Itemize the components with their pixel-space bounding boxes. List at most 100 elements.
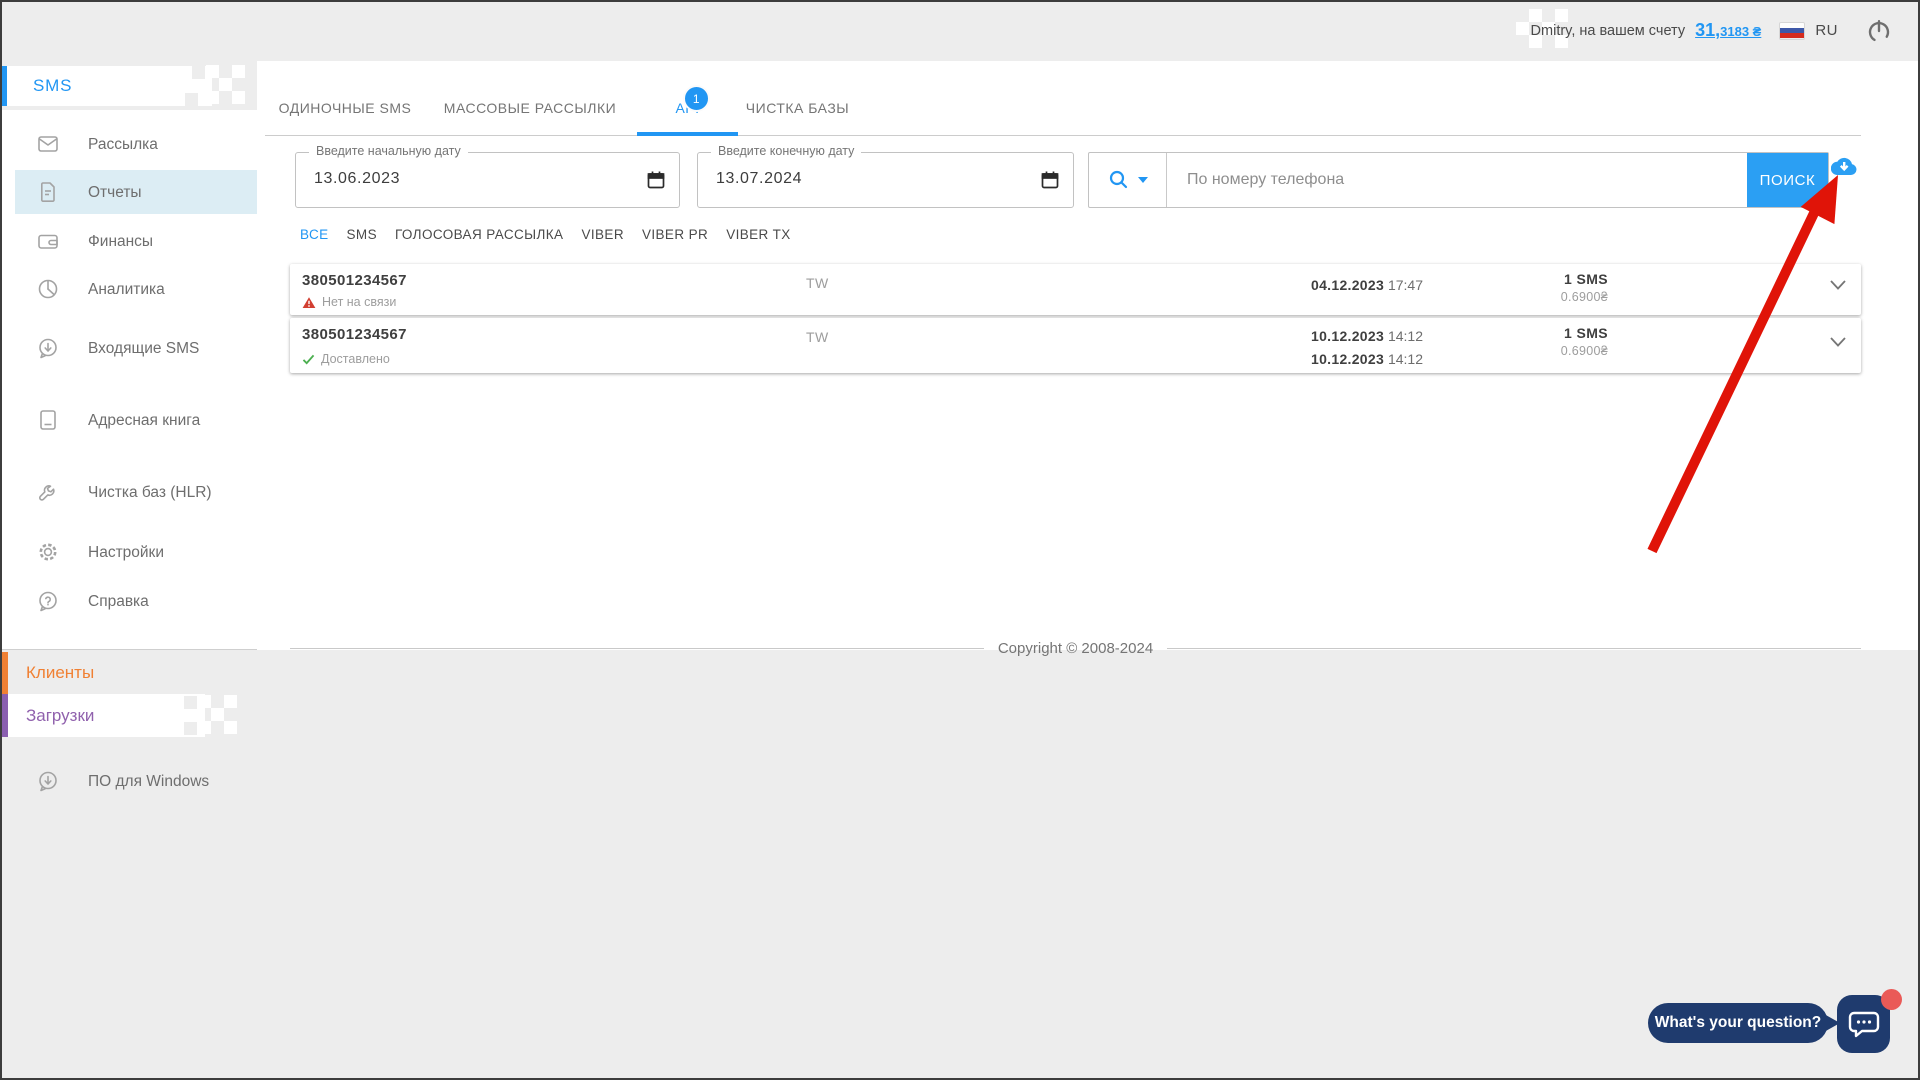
search-icon (1107, 168, 1131, 192)
pixel-decoration (198, 695, 211, 708)
sms-count: 1 SMS (1468, 325, 1608, 341)
russian-flag-icon[interactable] (1779, 22, 1805, 40)
help-icon (36, 589, 60, 613)
phone-number: 380501234567 (302, 326, 407, 343)
expand-chevron-icon[interactable] (1829, 278, 1847, 296)
pixel-decoration (206, 91, 219, 104)
sms-price: 0.6900₴ (1468, 290, 1608, 304)
filter-viber[interactable]: VIBER (581, 227, 624, 242)
sidebar-item-label: Настройки (88, 541, 228, 564)
date-to-value[interactable]: 13.07.2024 (716, 170, 802, 188)
message-datetime: 10.12.2023 14:12 10.12.2023 14:12 (1311, 325, 1423, 371)
sidebar-item-label: Чистка баз (HLR) (88, 481, 228, 504)
logout-power-icon[interactable] (1866, 18, 1892, 44)
export-download-icon[interactable] (1831, 155, 1858, 181)
sidebar-item-analitika[interactable]: Аналитика (0, 275, 257, 303)
chevron-down-icon (1138, 177, 1148, 183)
filter-golosovaya[interactable]: ГОЛОСОВАЯ РАССЫЛКА (395, 227, 563, 242)
sidebar-item-adresnaya-kniga[interactable]: Адресная книга (0, 397, 257, 443)
sidebar-section-sms[interactable]: SMS (0, 66, 212, 106)
pixel-decoration (184, 696, 197, 709)
pixel-decoration (224, 721, 237, 734)
pixel-decoration (1516, 22, 1529, 35)
sidebar-item-spravka[interactable]: Справка (0, 587, 257, 615)
sidebar-section-zagruzki[interactable]: Загрузки (0, 694, 205, 737)
message-count: 1 SMS 0.6900₴ (1468, 271, 1608, 304)
sidebar-item-label: Адресная книга (88, 409, 228, 432)
search-input[interactable] (1167, 154, 1757, 206)
gear-icon (36, 540, 60, 564)
sidebar-item-otchety[interactable]: Отчеты (15, 170, 257, 214)
search-button[interactable]: ПОИСК (1747, 153, 1828, 207)
message-count: 1 SMS 0.6900₴ (1468, 325, 1608, 358)
filter-sms[interactable]: SMS (347, 227, 377, 242)
date-to-field[interactable]: Введите конечную дату 13.07.2024 (697, 152, 1074, 208)
sidebar-item-label: ПО для Windows (88, 770, 228, 793)
sidebar-item-label: Справка (88, 590, 228, 613)
sms-price: 0.6900₴ (1468, 344, 1608, 358)
message-datetime: 04.12.2023 17:47 (1311, 274, 1423, 297)
date-from-value[interactable]: 13.06.2023 (314, 170, 400, 188)
sidebar-section-klienty[interactable]: Клиенты (0, 652, 257, 694)
footer-background (0, 650, 1920, 1080)
language-label[interactable]: RU (1815, 22, 1838, 39)
tab-api[interactable]: API 1 (637, 100, 738, 122)
address-book-icon (36, 408, 60, 432)
tab-massovye-rassylki[interactable]: МАССОВЫЕ РАССЫЛКИ (430, 100, 630, 122)
chat-notification-badge (1881, 989, 1902, 1010)
sidebar-item-label: Финансы (88, 230, 228, 253)
sidebar-item-rassylka[interactable]: Рассылка (0, 130, 257, 158)
envelope-icon (36, 132, 60, 156)
status-text: Нет на связи (322, 295, 396, 309)
message-row[interactable]: 380501234567 Доставлено TW 10.12.2023 14… (290, 318, 1861, 373)
chat-question-bubble[interactable]: What's your question? (1648, 1003, 1828, 1043)
date-from-field[interactable]: Введите начальную дату 13.06.2023 (295, 152, 680, 208)
calendar-icon[interactable] (1040, 170, 1060, 195)
wrench-icon (36, 480, 60, 504)
sidebar-section-label: Загрузки (8, 706, 94, 726)
sidebar-item-finansy[interactable]: Финансы (0, 227, 257, 255)
sidebar-item-vhodyashchie-sms[interactable]: Входящие SMS (0, 325, 257, 371)
sender-name: TW (806, 329, 829, 345)
incoming-sms-icon (36, 336, 60, 360)
filter-viber-pr[interactable]: VIBER PR (642, 227, 708, 242)
sidebar-section-title: SMS (7, 76, 72, 96)
filter-vse[interactable]: ВСЕ (300, 227, 329, 242)
message-status: Нет на связи (302, 295, 396, 309)
expand-chevron-icon[interactable] (1829, 335, 1847, 353)
phone-number: 380501234567 (302, 272, 407, 289)
pixel-decoration (232, 65, 245, 78)
pixel-decoration (219, 78, 232, 91)
pixel-decoration (198, 721, 211, 734)
message-row[interactable]: 380501234567 Нет на связи TW 04.12.2023 … (290, 264, 1861, 315)
copyright-text: Copyright © 2008-2024 (998, 640, 1153, 657)
tab-chistka-bazy[interactable]: ЧИСТКА БАЗЫ (740, 100, 855, 122)
chat-question-text: What's your question? (1655, 1014, 1821, 1032)
filter-viber-tx[interactable]: VIBER TX (726, 227, 790, 242)
download-software-icon (36, 769, 60, 793)
active-tab-underline (637, 132, 738, 136)
search-type-dropdown[interactable] (1089, 153, 1167, 207)
balance-link[interactable]: 31,3183 ₴ (1695, 20, 1761, 41)
pixel-decoration (211, 708, 224, 721)
pixel-decoration (206, 65, 219, 78)
sidebar-divider (0, 649, 257, 650)
header-user-area: Dmitry, на вашем счету 31,3183 ₴ RU (1531, 0, 1892, 61)
sidebar-item-nastroyki[interactable]: Настройки (0, 538, 257, 566)
chat-icon (1848, 1009, 1880, 1039)
delivered-check-icon (302, 354, 315, 365)
pixel-decoration (184, 722, 197, 735)
report-document-icon (36, 180, 60, 204)
calendar-icon[interactable] (646, 170, 666, 195)
pixel-decoration (185, 93, 198, 106)
api-tab-badge: 1 (683, 85, 710, 112)
error-triangle-icon (302, 296, 316, 309)
tab-odinochnye-sms[interactable]: ОДИНОЧНЫЕ SMS (262, 100, 428, 122)
sidebar-item-po-windows[interactable]: ПО для Windows (0, 758, 257, 804)
pixel-decoration (232, 91, 245, 104)
balance-frac: 3183 ₴ (1720, 24, 1761, 39)
sidebar-item-label: Аналитика (88, 278, 228, 301)
sidebar-item-chistka-baz[interactable]: Чистка баз (HLR) (0, 469, 257, 515)
tabbar-border (265, 135, 1861, 136)
date-from-label: Введите начальную дату (309, 144, 468, 158)
